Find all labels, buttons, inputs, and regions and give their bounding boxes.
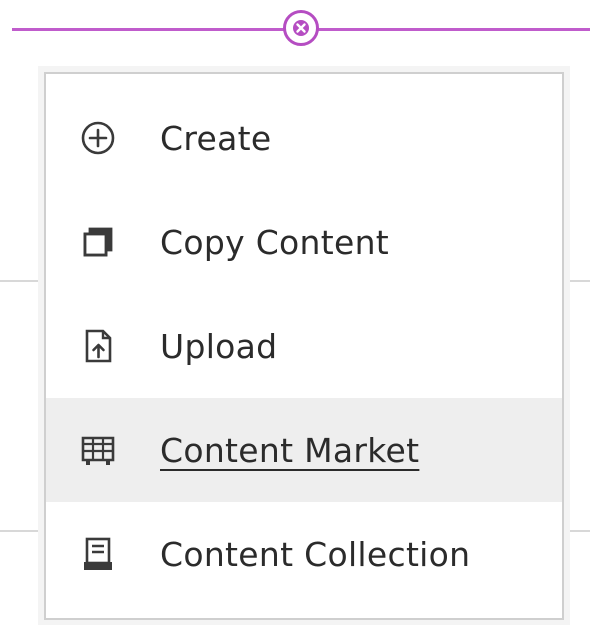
menu-item-create[interactable]: Create: [46, 74, 562, 190]
close-menu-button[interactable]: [283, 10, 319, 46]
menu-item-label: Create: [160, 118, 272, 158]
menu-item-upload[interactable]: Upload: [46, 294, 562, 398]
copy-icon: [76, 220, 120, 264]
plus-circle-icon: [76, 116, 120, 160]
market-icon: [76, 428, 120, 472]
menu-item-copy-content[interactable]: Copy Content: [46, 190, 562, 294]
add-content-menu: Create Copy Content Upload Content Marke…: [44, 72, 564, 620]
menu-item-content-collection[interactable]: Content Collection: [46, 502, 562, 606]
close-icon: [291, 18, 311, 38]
upload-file-icon: [76, 324, 120, 368]
menu-item-label: Copy Content: [160, 222, 390, 262]
collection-icon: [76, 532, 120, 576]
menu-item-label: Content Market: [160, 430, 420, 470]
menu-item-label: Content Collection: [160, 534, 471, 574]
menu-item-content-market[interactable]: Content Market: [46, 398, 562, 502]
menu-item-label: Upload: [160, 326, 278, 366]
